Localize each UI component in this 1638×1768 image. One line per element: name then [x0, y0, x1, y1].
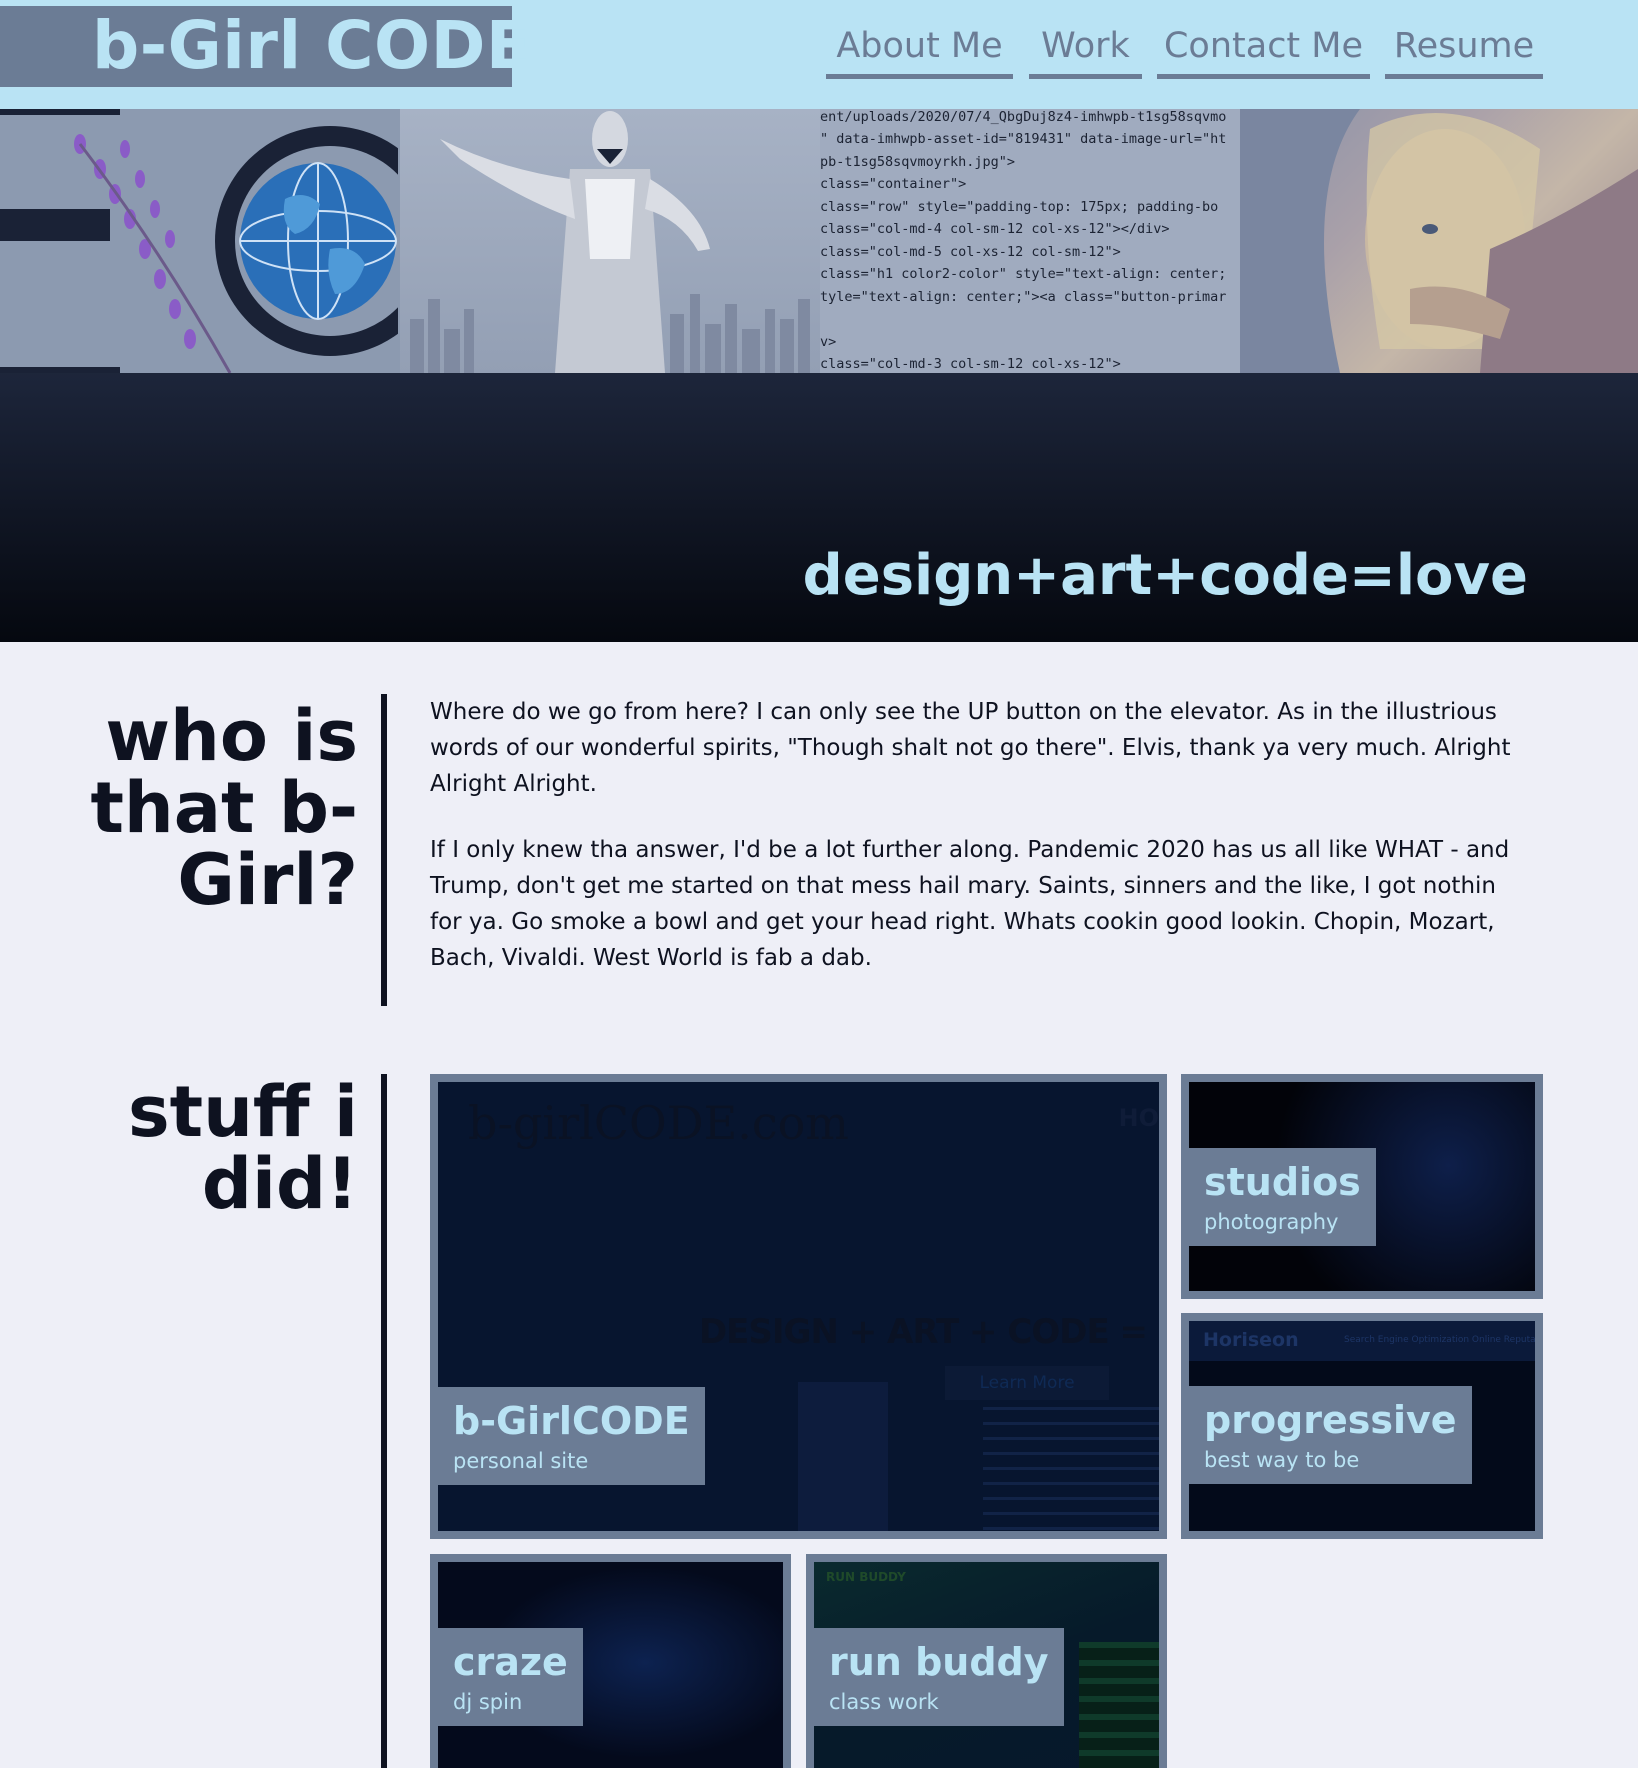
- project-title: progressive: [1204, 1398, 1457, 1442]
- globe-icon: [0, 109, 400, 373]
- code-line: pb-t1sg58sqvmoyrkh.jpg">: [820, 154, 1016, 170]
- project-label: studios photography: [1189, 1148, 1376, 1246]
- hero-banner: ent/uploads/2020/07/4_QbgDuj8z4-imhwpb-t…: [0, 109, 1638, 642]
- about-text: Where do we go from here? I can only see…: [430, 694, 1530, 1006]
- project-label: b-GirlCODE personal site: [438, 1387, 705, 1485]
- code-line: class="col-md-3 col-sm-12 col-xs-12">: [820, 356, 1121, 372]
- nav-work[interactable]: Work: [1029, 22, 1142, 79]
- code-line: ent/uploads/2020/07/4_QbgDuj8z4-imhwpb-t…: [820, 109, 1227, 125]
- preview-brand: RUN BUDDY: [826, 1570, 906, 1584]
- project-title: studios: [1204, 1160, 1361, 1204]
- globe-lavender-image: [0, 109, 400, 373]
- nav-contact-me[interactable]: Contact Me: [1157, 22, 1370, 79]
- code-line: class="col-md-4 col-sm-12 col-xs-12"></d…: [820, 221, 1170, 237]
- preview-logo: b-girlCODE.com: [468, 1096, 849, 1150]
- project-subtitle: class work: [829, 1690, 939, 1714]
- project-title: b-GirlCODE: [453, 1399, 690, 1443]
- site-header: b-Girl CODE About Me Work Contact Me Res…: [0, 0, 1638, 109]
- project-tile-run-buddy[interactable]: RUN BUDDY run buddy class work: [806, 1554, 1167, 1768]
- preview-code: [983, 1407, 1159, 1531]
- preview-heading: DESIGN + ART + CODE =: [698, 1312, 1148, 1352]
- project-label: craze dj spin: [438, 1628, 583, 1726]
- project-subtitle: photography: [1204, 1210, 1339, 1234]
- about-paragraph: Where do we go from here? I can only see…: [430, 699, 1511, 797]
- code-line: v>: [820, 334, 837, 350]
- code-line: tyle="text-align: center;"><a class="but…: [820, 289, 1227, 305]
- project-tile-studios[interactable]: studios photography: [1181, 1074, 1543, 1299]
- code-line: class="h1 color2-color" style="text-alig…: [820, 266, 1227, 282]
- hero-tagline: design+art+code=love: [802, 543, 1528, 608]
- nav-about-me[interactable]: About Me: [826, 22, 1013, 79]
- preview-figure: [798, 1382, 888, 1531]
- preview-button: Learn More: [945, 1366, 1109, 1400]
- project-tile-craze[interactable]: craze dj spin: [430, 1554, 791, 1768]
- code-line: class="container">: [820, 176, 967, 192]
- fashion-figure-image: [400, 109, 820, 373]
- project-label: run buddy class work: [814, 1628, 1064, 1726]
- project-subtitle: personal site: [453, 1449, 589, 1473]
- project-subtitle: dj spin: [453, 1690, 523, 1714]
- about-divider: [381, 694, 387, 1006]
- logo-text: b-Girl CODE: [92, 7, 532, 84]
- project-title: craze: [453, 1640, 568, 1684]
- preview-brand: Horiseon: [1203, 1329, 1299, 1351]
- about-title: who is that b-Girl?: [90, 695, 358, 921]
- work-divider: [381, 1074, 387, 1768]
- work-title: stuff i did!: [127, 1071, 358, 1225]
- code-line: class="col-md-5 col-xs-12 col-sm-12">: [820, 244, 1121, 260]
- project-tile-bgirlcode[interactable]: b-girlCODE.com HO DESIGN + ART + CODE = …: [430, 1074, 1167, 1539]
- logo[interactable]: b-Girl CODE: [0, 6, 531, 87]
- hero-collage: ent/uploads/2020/07/4_QbgDuj8z4-imhwpb-t…: [0, 109, 1638, 373]
- about-paragraph: If I only knew tha answer, I'd be a lot …: [430, 837, 1510, 971]
- preview-nav: HO: [1118, 1104, 1160, 1132]
- portrait-photo-image: [1240, 109, 1638, 373]
- project-label: progressive best way to be: [1189, 1386, 1472, 1484]
- code-line: " data-imhwpb-asset-id="819431" data-ima…: [820, 131, 1227, 147]
- project-subtitle: best way to be: [1204, 1448, 1360, 1472]
- nav-resume[interactable]: Resume: [1385, 22, 1543, 79]
- project-tile-progressive[interactable]: Horiseon Search Engine Optimization Onli…: [1181, 1313, 1543, 1539]
- project-title: run buddy: [829, 1640, 1049, 1684]
- fashion-figure-icon: [410, 111, 810, 373]
- preview-form: [1079, 1642, 1159, 1768]
- portrait-icon: [1240, 109, 1638, 373]
- code-snippet-image: ent/uploads/2020/07/4_QbgDuj8z4-imhwpb-t…: [820, 109, 1240, 373]
- code-line: class="row" style="padding-top: 175px; p…: [820, 199, 1219, 215]
- preview-nav: Search Engine Optimization Online Reputa…: [1344, 1335, 1543, 1345]
